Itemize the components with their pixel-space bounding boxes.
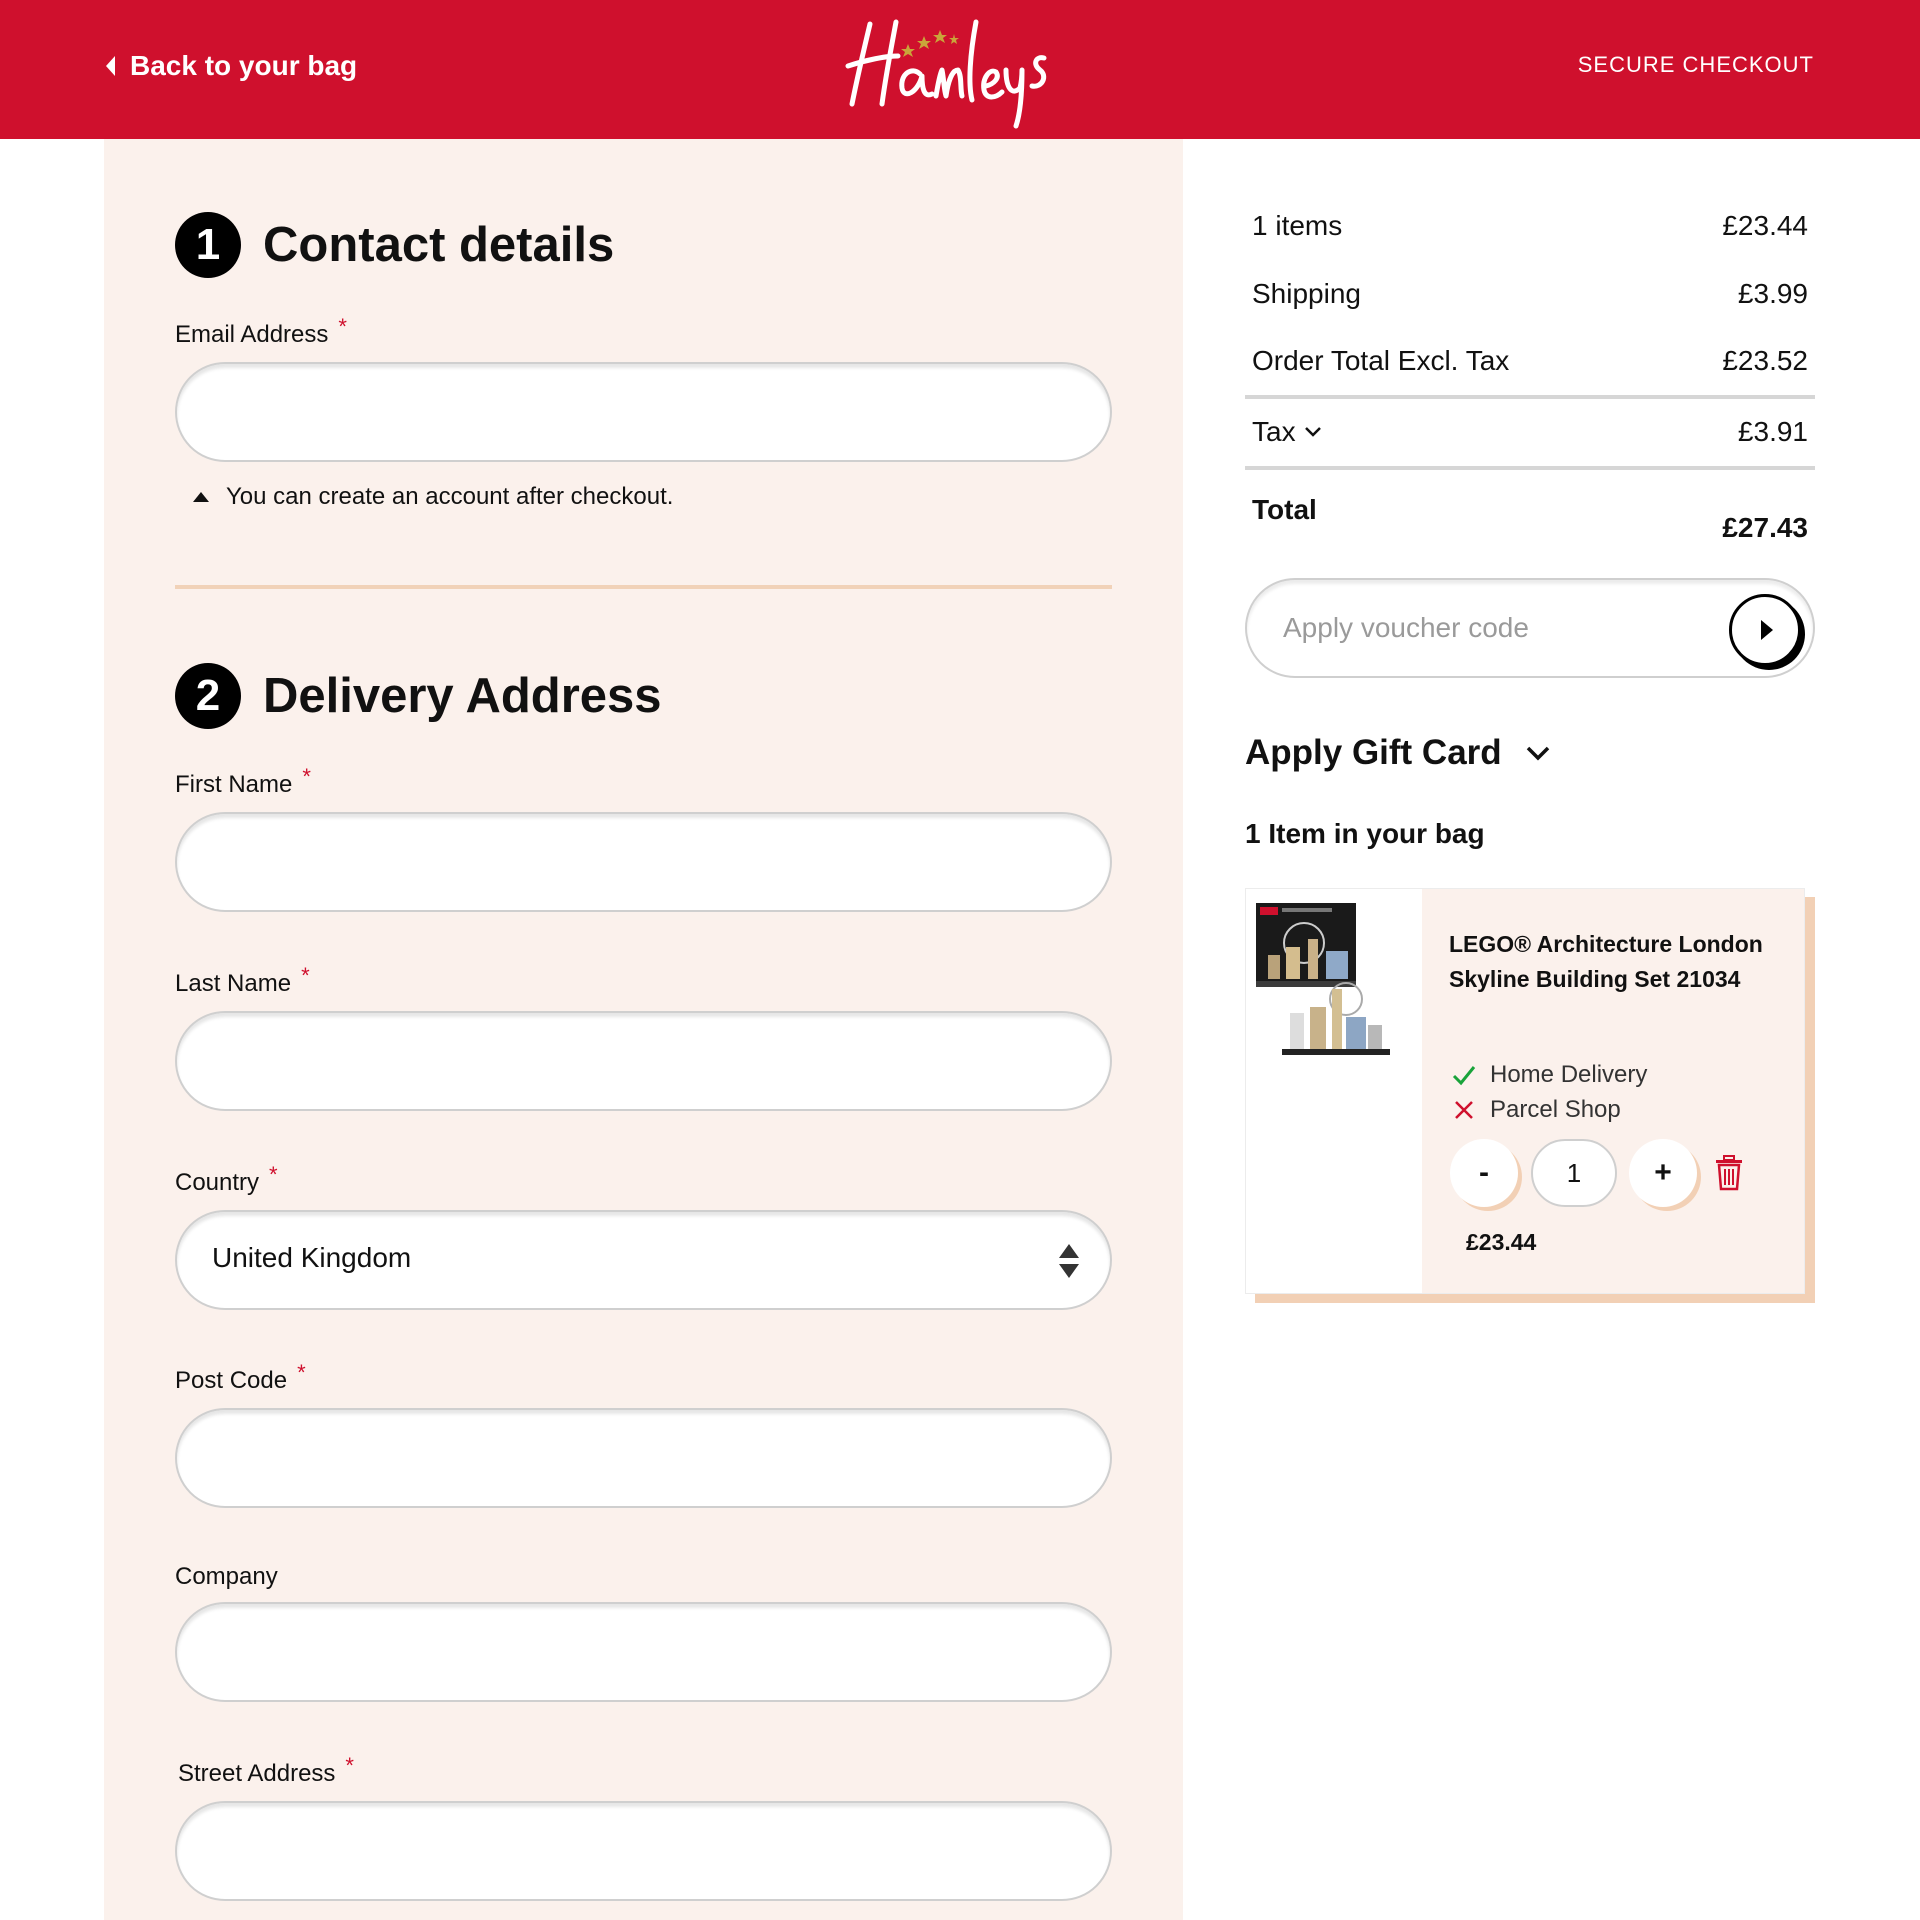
street-address-field[interactable]: [175, 1801, 1112, 1901]
bag-count-label: 1 Item in your bag: [1245, 818, 1485, 849]
tax-label: Tax: [1252, 416, 1296, 447]
chevron-down-icon: [1526, 746, 1549, 761]
required-asterisk: *: [269, 1162, 278, 1187]
product-price: £23.44: [1466, 1229, 1537, 1255]
summary-items-row: 1 items £23.44: [1252, 210, 1808, 242]
quantity-input[interactable]: 1: [1531, 1139, 1617, 1207]
postcode-label: Post Code *: [175, 1360, 306, 1394]
excl-tax-label: Order Total Excl. Tax: [1252, 345, 1510, 376]
section-title: Delivery Address: [263, 669, 662, 723]
apply-voucher-button[interactable]: [1729, 594, 1801, 666]
voucher-input[interactable]: Apply voucher code: [1245, 578, 1815, 678]
secure-checkout-label: SECURE CHECKOUT: [1577, 52, 1814, 77]
parcel-shop-availability: Parcel Shop: [1452, 1096, 1621, 1124]
voucher-placeholder: Apply voucher code: [1283, 612, 1529, 643]
select-arrows-icon: [1059, 1244, 1079, 1278]
section-title: Contact details: [263, 218, 615, 272]
check-icon: [1452, 1066, 1476, 1086]
trash-icon[interactable]: [1714, 1155, 1744, 1191]
decrease-quantity-button[interactable]: -: [1450, 1139, 1518, 1207]
summary-divider: [1245, 466, 1815, 470]
shipping-label: Shipping: [1252, 278, 1361, 309]
summary-tax-row: Tax £3.91: [1252, 416, 1808, 448]
back-to-bag-label: Back to your bag: [130, 50, 358, 81]
email-label: Email Address *: [175, 314, 347, 348]
shipping-value: £3.99: [1737, 278, 1808, 309]
parcel-shop-label: Parcel Shop: [1490, 1096, 1621, 1123]
home-delivery-label: Home Delivery: [1490, 1061, 1648, 1088]
lego-box-image: [1256, 903, 1390, 1055]
last-name-label: Last Name *: [175, 963, 310, 997]
increase-quantity-button[interactable]: +: [1629, 1139, 1697, 1207]
country-select[interactable]: United Kingdom: [175, 1210, 1112, 1310]
summary-divider: [1245, 395, 1815, 399]
chevron-down-icon: [1304, 427, 1321, 437]
country-select-value: United Kingdom: [212, 1242, 412, 1273]
hamleys-logo[interactable]: [836, 4, 1056, 134]
gift-card-label: Apply Gift Card: [1245, 733, 1502, 772]
company-label: Company: [175, 1563, 278, 1590]
section-divider: [175, 585, 1112, 589]
email-field[interactable]: [175, 362, 1112, 462]
bag-item-card: LEGO® Architecture London Skyline Buildi…: [1245, 888, 1805, 1294]
triangle-up-icon: [193, 492, 209, 502]
home-delivery-availability: Home Delivery: [1452, 1061, 1647, 1089]
required-asterisk: *: [338, 314, 347, 339]
summary-excl-tax-row: Order Total Excl. Tax £23.52: [1252, 345, 1808, 377]
step-number: 2: [175, 663, 241, 729]
play-arrow-icon: [1761, 620, 1773, 640]
back-to-bag-link[interactable]: Back to your bag: [104, 48, 357, 84]
account-hint: You can create an account after checkout…: [192, 483, 673, 511]
total-label: Total: [1252, 494, 1317, 525]
required-asterisk: *: [301, 963, 310, 988]
required-asterisk: *: [302, 764, 311, 789]
company-field[interactable]: [175, 1602, 1112, 1702]
required-asterisk: *: [345, 1753, 354, 1778]
product-image[interactable]: [1246, 889, 1422, 1293]
first-name-label: First Name *: [175, 764, 311, 798]
step-number: 1: [175, 212, 241, 278]
items-value: £23.44: [1722, 210, 1808, 241]
delivery-address-heading: 2 Delivery Address: [175, 663, 662, 729]
cross-icon: [1455, 1101, 1473, 1119]
tax-toggle[interactable]: Tax: [1252, 416, 1322, 448]
header-bar: Back to your bag SECURE CHECKOUT: [0, 0, 1920, 139]
excl-tax-value: £23.52: [1722, 345, 1808, 376]
contact-details-heading: 1 Contact details: [175, 212, 614, 278]
last-name-field[interactable]: [175, 1011, 1112, 1111]
account-hint-text: You can create an account after checkout…: [226, 483, 674, 510]
country-label: Country *: [175, 1162, 278, 1196]
chevron-left-icon: [106, 56, 115, 76]
postcode-field[interactable]: [175, 1408, 1112, 1508]
summary-shipping-row: Shipping £3.99: [1252, 278, 1808, 310]
required-asterisk: *: [297, 1360, 306, 1385]
total-value: £27.43: [1722, 512, 1808, 543]
first-name-field[interactable]: [175, 812, 1112, 912]
items-label: 1 items: [1252, 210, 1343, 241]
tax-value: £3.91: [1737, 416, 1808, 447]
apply-gift-card-toggle[interactable]: Apply Gift Card: [1245, 733, 1550, 773]
street-address-label: Street Address *: [178, 1753, 354, 1787]
product-title[interactable]: LEGO® Architecture London Skyline Buildi…: [1449, 927, 1789, 997]
summary-total-row: Total £27.43: [1252, 494, 1808, 544]
